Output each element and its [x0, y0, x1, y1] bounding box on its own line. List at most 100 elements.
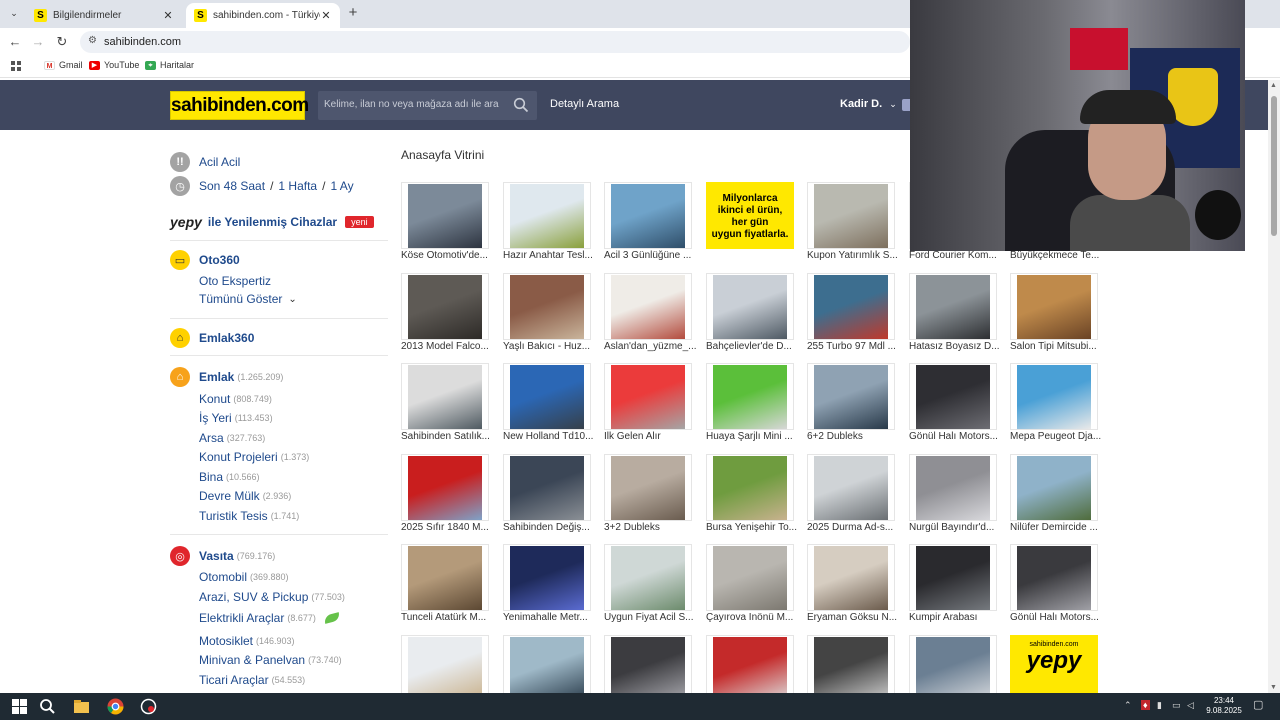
listing-title[interactable]: Bahçelievler'de D...: [706, 341, 802, 352]
sidebar-emlak[interactable]: ⌂ Emlak (1.265.209): [170, 367, 283, 387]
listing-thumbnail[interactable]: [604, 635, 692, 702]
search-icon[interactable]: [38, 697, 57, 716]
site-info-icon[interactable]: ⚙: [88, 35, 100, 49]
listing-card[interactable]: 2025 Sıfır 1840 M...: [401, 454, 497, 538]
listing-thumbnail[interactable]: [1010, 454, 1098, 521]
sidebar-oto-ekspertiz[interactable]: Oto Ekspertiz: [199, 274, 271, 288]
listing-card[interactable]: Nurgül Bayındır'd...: [909, 454, 1005, 538]
listing-card[interactable]: 2025 Durma Ad-s...: [807, 454, 903, 538]
listing-thumbnail[interactable]: [909, 544, 997, 611]
scrollbar-thumb[interactable]: [1271, 96, 1277, 236]
file-explorer-icon[interactable]: [72, 697, 91, 716]
listing-card[interactable]: Köse Otomotiv'de...: [401, 182, 497, 266]
close-tab-icon[interactable]: ✕: [320, 9, 332, 22]
listing-title[interactable]: Gönül Halı Motors...: [909, 431, 1005, 442]
tab-bilgilendirmeler[interactable]: S Bilgilendirmeler ✕: [26, 3, 182, 28]
listing-card[interactable]: Gönül Halı Motors...: [909, 363, 1005, 447]
listing-thumbnail[interactable]: [1010, 363, 1098, 430]
site-logo[interactable]: sahibinden.com: [170, 91, 309, 120]
listing-thumbnail[interactable]: [807, 635, 895, 702]
listing-thumbnail[interactable]: sahibinden.com yepy: [1010, 635, 1098, 702]
listing-card[interactable]: Çayırova İnönü M...: [706, 544, 802, 628]
listing-thumbnail[interactable]: [909, 363, 997, 430]
recent-1month-link[interactable]: 1 Ay: [330, 179, 353, 193]
listing-thumbnail[interactable]: Milyonlarca ikinci el ürün, her gün uygun f…: [706, 182, 794, 249]
close-tab-icon[interactable]: ✕: [162, 9, 174, 22]
back-arrow-icon[interactable]: ←: [6, 33, 24, 51]
listing-title[interactable]: Yenimahalle Metr...: [503, 612, 599, 623]
sidebar-item-motosiklet[interactable]: Motosiklet (146.903): [199, 634, 295, 648]
scroll-up-icon[interactable]: ▲: [1270, 82, 1277, 89]
tab-search-chevron-icon[interactable]: ⌄: [6, 5, 22, 21]
listing-card[interactable]: Aslan'dan_yüzme_...: [604, 273, 700, 357]
network-icon[interactable]: ▭: [1172, 700, 1181, 711]
listing-thumbnail[interactable]: [604, 273, 692, 340]
listing-card[interactable]: Hazır Anahtar Tesl...: [503, 182, 599, 266]
listing-card[interactable]: Yenimahalle Metr...: [503, 544, 599, 628]
url-field[interactable]: ⚙ sahibinden.com: [80, 31, 910, 53]
listing-card[interactable]: Milyonlarca ikinci el ürün, her gün uygun f…: [706, 182, 802, 266]
sidebar-item-minivan[interactable]: Minivan & Panelvan (73.740): [199, 653, 342, 667]
tray-chevron-icon[interactable]: ⌃: [1124, 700, 1132, 711]
listing-card[interactable]: Hatasız Boyasız D...: [909, 273, 1005, 357]
listing-thumbnail[interactable]: [401, 544, 489, 611]
listing-thumbnail[interactable]: [401, 454, 489, 521]
listing-card[interactable]: Yaşlı Bakıcı - Huz...: [503, 273, 599, 357]
listing-thumbnail[interactable]: [807, 544, 895, 611]
listing-title[interactable]: Hatasız Boyasız D...: [909, 341, 1005, 352]
listing-title[interactable]: 3+2 Dubleks: [604, 522, 700, 533]
listing-card[interactable]: Sahibinden Değiş...: [503, 454, 599, 538]
listing-thumbnail[interactable]: [909, 454, 997, 521]
notification-icon[interactable]: ▢: [1253, 698, 1263, 711]
sidebar-yepy[interactable]: yepy ile Yenilenmiş Cihazlar yeni: [170, 214, 374, 230]
sidebar-item-devre-mulk[interactable]: Devre Mülk (2.936): [199, 489, 291, 503]
listing-card[interactable]: Mepa Peugeot Dja...: [1010, 363, 1106, 447]
advanced-search-link[interactable]: Detaylı Arama: [550, 98, 619, 110]
listing-title[interactable]: Salon Tipi Mitsubi...: [1010, 341, 1106, 352]
listing-thumbnail[interactable]: [604, 363, 692, 430]
sidebar-emlak360[interactable]: ⌂ Emlak360: [170, 328, 254, 348]
listing-thumbnail[interactable]: [503, 363, 591, 430]
listing-card[interactable]: Kupon Yatırımlık S...: [807, 182, 903, 266]
scroll-down-icon[interactable]: ▼: [1270, 684, 1277, 691]
listing-title[interactable]: Çayırova İnönü M...: [706, 612, 802, 623]
listing-title[interactable]: Büyükçekmece Te...: [1010, 250, 1106, 261]
listing-card[interactable]: Uygun Fiyat Acil S...: [604, 544, 700, 628]
listing-title[interactable]: Mepa Peugeot Dja...: [1010, 431, 1106, 442]
listing-card[interactable]: Nilüfer Demircide ...: [1010, 454, 1106, 538]
listing-title[interactable]: 255 Turbo 97 Mdl ...: [807, 341, 903, 352]
windows-start-icon[interactable]: [10, 697, 29, 716]
listing-thumbnail[interactable]: [401, 273, 489, 340]
listing-card[interactable]: Gönül Halı Motors...: [1010, 544, 1106, 628]
listing-title[interactable]: Kupon Yatırımlık S...: [807, 250, 903, 261]
listing-card[interactable]: 2013 Model Falco...: [401, 273, 497, 357]
listing-thumbnail[interactable]: [1010, 544, 1098, 611]
sidebar-item-elektrikli[interactable]: Elektrikli Araçlar (8.677): [199, 611, 341, 625]
listing-thumbnail[interactable]: [807, 273, 895, 340]
sidebar-item-konut[interactable]: Konut (808.749): [199, 392, 272, 406]
listing-card[interactable]: Eryaman Göksu N...: [807, 544, 903, 628]
listing-title[interactable]: New Holland Td10...: [503, 431, 599, 442]
sidebar-item-turistik-tesis[interactable]: Turistik Tesis (1.741): [199, 509, 299, 523]
listing-title[interactable]: Nilüfer Demircide ...: [1010, 522, 1106, 533]
listing-thumbnail[interactable]: [909, 273, 997, 340]
listing-card[interactable]: Kumpir Arabası: [909, 544, 1005, 628]
listing-card[interactable]: New Holland Td10...: [503, 363, 599, 447]
listing-title[interactable]: Uygun Fiyat Acil S...: [604, 612, 700, 623]
system-clock[interactable]: 23:44 9.08.2025: [1204, 696, 1244, 716]
app-icon[interactable]: [139, 697, 158, 716]
tray-app-icon[interactable]: ♦: [1141, 700, 1150, 710]
listing-title[interactable]: Tunceli Atatürk M...: [401, 612, 497, 623]
listing-thumbnail[interactable]: [807, 363, 895, 430]
bookmark-youtube[interactable]: ▶ YouTube: [89, 60, 139, 70]
listing-thumbnail[interactable]: [503, 273, 591, 340]
chrome-icon[interactable]: [106, 697, 125, 716]
listing-thumbnail[interactable]: [503, 182, 591, 249]
sidebar-vasita[interactable]: ◎ Vasıta (769.176): [170, 546, 275, 566]
tab-sahibinden[interactable]: S sahibinden.com - Türkiye'nin Online ✕: [186, 3, 340, 28]
listing-title[interactable]: Köse Otomotiv'de...: [401, 250, 497, 261]
listing-thumbnail[interactable]: [807, 454, 895, 521]
search-input[interactable]: Kelime, ilan no veya mağaza adı ile ara: [318, 91, 537, 120]
listing-card[interactable]: Salon Tipi Mitsubi...: [1010, 273, 1106, 357]
listing-card[interactable]: 6+2 Dubleks: [807, 363, 903, 447]
